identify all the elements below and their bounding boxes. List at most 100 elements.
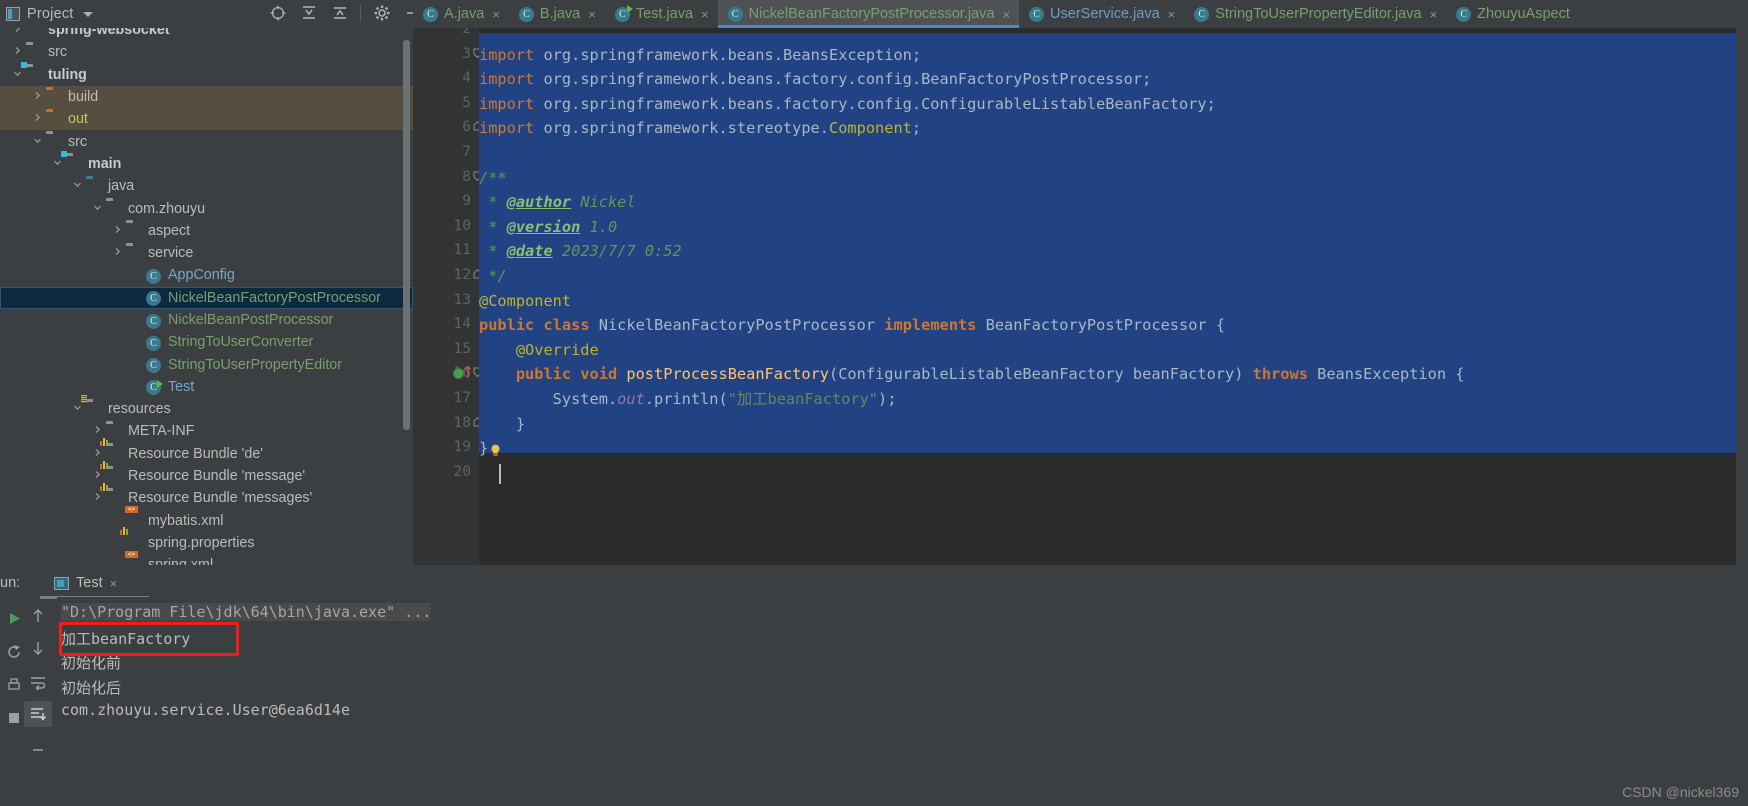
code-line[interactable]: @Override — [479, 338, 599, 363]
minimize-console-icon[interactable] — [24, 737, 52, 763]
tree-node-label: resources — [108, 401, 171, 418]
tree-node-main[interactable]: main — [0, 151, 413, 175]
tree-node-nickelbeanpostprocessor[interactable]: C NickelBeanPostProcessor — [0, 309, 413, 331]
stop-icon[interactable] — [0, 705, 28, 731]
tree-node-src[interactable]: src — [0, 130, 413, 152]
tree-node-resources[interactable]: resources — [0, 394, 413, 420]
code-line[interactable]: import org.springframework.beans.factory… — [479, 92, 1216, 117]
tree-node-appconfig[interactable]: C AppConfig — [0, 264, 413, 286]
print-icon[interactable] — [0, 672, 28, 698]
code-line[interactable]: } — [479, 412, 525, 437]
chevron-right-icon[interactable] — [108, 247, 126, 259]
close-icon[interactable]: × — [1002, 8, 1010, 21]
code-line[interactable]: public void postProcessBeanFactory(Confi… — [479, 362, 1465, 387]
editor-code-area[interactable]: import org.springframework.beans.BeansEx… — [479, 28, 1748, 565]
editor-tab-nickelbeanfactorypostprocessor-java[interactable]: C NickelBeanFactoryPostProcessor.java × — [717, 0, 1020, 28]
editor-tab-test-java[interactable]: C Test.java × — [604, 0, 718, 28]
code-line[interactable]: System.out.println("加工beanFactory"); — [479, 387, 897, 412]
scroll-to-end-icon[interactable] — [24, 701, 52, 727]
chevron-right-icon[interactable] — [28, 91, 46, 103]
close-icon[interactable]: × — [1168, 8, 1176, 21]
tree-node-out[interactable]: out — [0, 108, 413, 131]
chevron-down-icon[interactable] — [28, 136, 46, 148]
close-icon[interactable]: × — [588, 8, 596, 21]
tree-node-aspect[interactable]: aspect — [0, 220, 413, 242]
editor-tab-stringtouserpropertyeditor-java[interactable]: C StringToUserPropertyEditor.java × — [1184, 0, 1447, 28]
code-line[interactable]: /** — [479, 166, 507, 191]
chevron-down-icon[interactable] — [68, 403, 86, 415]
chevron-right-icon[interactable] — [28, 113, 46, 125]
code-line[interactable]: import org.springframework.beans.factory… — [479, 67, 1151, 92]
close-icon[interactable]: × — [701, 8, 709, 21]
tree-node-spring-xml[interactable]: <> spring.xml — [0, 550, 413, 565]
tree-node-meta-inf[interactable]: META-INF — [0, 420, 413, 442]
editor-tab-userservice-java[interactable]: C UserService.java × — [1019, 0, 1185, 28]
tree-node-resource-bundle-messages-[interactable]: Resource Bundle 'messages' — [0, 482, 413, 509]
tree-node-mybatis-xml[interactable]: <> mybatis.xml — [0, 506, 413, 532]
chevron-right-icon[interactable] — [88, 425, 106, 437]
console-output[interactable]: "D:\Program File\jdk\64\bin\java.exe" ..… — [57, 597, 1748, 806]
intention-bulb-icon[interactable] — [490, 443, 501, 456]
close-icon[interactable]: × — [110, 576, 118, 591]
implementing-method-arrow-icon[interactable] — [464, 365, 472, 382]
code-line[interactable]: */ — [479, 264, 506, 289]
close-icon[interactable]: × — [1430, 8, 1438, 21]
soft-wrap-icon[interactable] — [24, 669, 52, 695]
scroll-up-icon[interactable] — [24, 603, 52, 629]
code-line[interactable]: import org.springframework.beans.BeansEx… — [479, 43, 921, 68]
expand-all-icon[interactable] — [293, 0, 324, 26]
scroll-down-icon[interactable] — [24, 635, 52, 661]
chevron-down-icon[interactable] — [48, 158, 66, 170]
close-icon[interactable]: × — [492, 8, 500, 21]
tree-node-service[interactable]: service — [0, 242, 413, 264]
excluded-folder-icon — [46, 90, 63, 105]
editor-scrollbar-track[interactable] — [1736, 28, 1748, 565]
tree-node-src[interactable]: src — [0, 41, 413, 63]
editor-gutter[interactable]: 234567891011121314151617181920 — [413, 28, 482, 565]
code-line[interactable] — [479, 141, 488, 166]
locate-icon[interactable] — [262, 0, 293, 26]
tree-node-test[interactable]: C Test — [0, 376, 413, 398]
chevron-right-icon[interactable] — [88, 448, 106, 460]
gear-icon[interactable] — [366, 0, 397, 26]
tree-node-build[interactable]: build — [0, 85, 413, 109]
tree-node-tuling[interactable]: tuling — [0, 62, 413, 86]
chevron-right-icon[interactable] — [108, 225, 126, 237]
tree-node-stringtouserconverter[interactable]: C StringToUserConverter — [0, 331, 413, 353]
run-configuration-tab[interactable]: Test × — [39, 569, 150, 599]
editor-tab-a-java[interactable]: C A.java × — [413, 0, 509, 28]
tree-node-resource-bundle-message-[interactable]: Resource Bundle 'message' — [0, 460, 413, 487]
collapse-all-icon[interactable] — [324, 0, 355, 26]
code-line[interactable]: @Component — [479, 289, 571, 314]
chevron-right-icon[interactable] — [88, 470, 106, 482]
project-tree[interactable]: spring-websocket src tuling build out src main… — [0, 28, 413, 565]
chevron-down-icon[interactable] — [88, 203, 106, 215]
chevron-down-icon[interactable] — [82, 11, 93, 17]
code-editor[interactable]: 234567891011121314151617181920 import or… — [413, 28, 1748, 565]
tree-node-stringtouserpropertyeditor[interactable]: C StringToUserPropertyEditor — [0, 353, 413, 375]
code-line[interactable]: } — [479, 436, 488, 461]
chevron-right-icon[interactable] — [88, 492, 106, 504]
code-line[interactable]: import org.springframework.stereotype.Co… — [479, 116, 921, 141]
tree-node-resource-bundle-de-[interactable]: Resource Bundle 'de' — [0, 438, 413, 465]
code-line[interactable]: * @date 2023/7/7 0:52 — [479, 239, 681, 264]
editor-tab-b-java[interactable]: C B.java × — [508, 0, 605, 28]
project-tree-scrollbar[interactable] — [403, 40, 410, 430]
chevron-right-icon[interactable] — [8, 46, 26, 58]
code-line[interactable] — [479, 28, 488, 43]
chevron-down-icon[interactable] — [68, 180, 86, 192]
chevron-down-icon[interactable] — [8, 69, 26, 81]
tree-node-spring-websocket[interactable]: spring-websocket — [0, 28, 413, 41]
editor-tab-label: UserService.java — [1050, 6, 1160, 22]
tree-node-com-zhouyu[interactable]: com.zhouyu — [0, 197, 413, 219]
code-line[interactable]: * @version 1.0 — [479, 215, 617, 240]
tree-node-nickelbeanfactorypostprocessor[interactable]: C NickelBeanFactoryPostProcessor — [0, 286, 413, 310]
tree-node-java[interactable]: java — [0, 175, 413, 197]
chevron-right-icon[interactable] — [8, 28, 26, 36]
editor-tab-zhouyuaspect[interactable]: C ZhouyuAspect — [1446, 0, 1579, 28]
code-line[interactable]: * @author Nickel — [479, 190, 635, 215]
code-line[interactable]: public class NickelBeanFactoryPostProces… — [479, 313, 1225, 338]
tree-node-label: spring.xml — [148, 557, 213, 565]
code-line[interactable] — [479, 461, 488, 486]
tree-node-spring-properties[interactable]: spring.properties — [0, 527, 413, 554]
